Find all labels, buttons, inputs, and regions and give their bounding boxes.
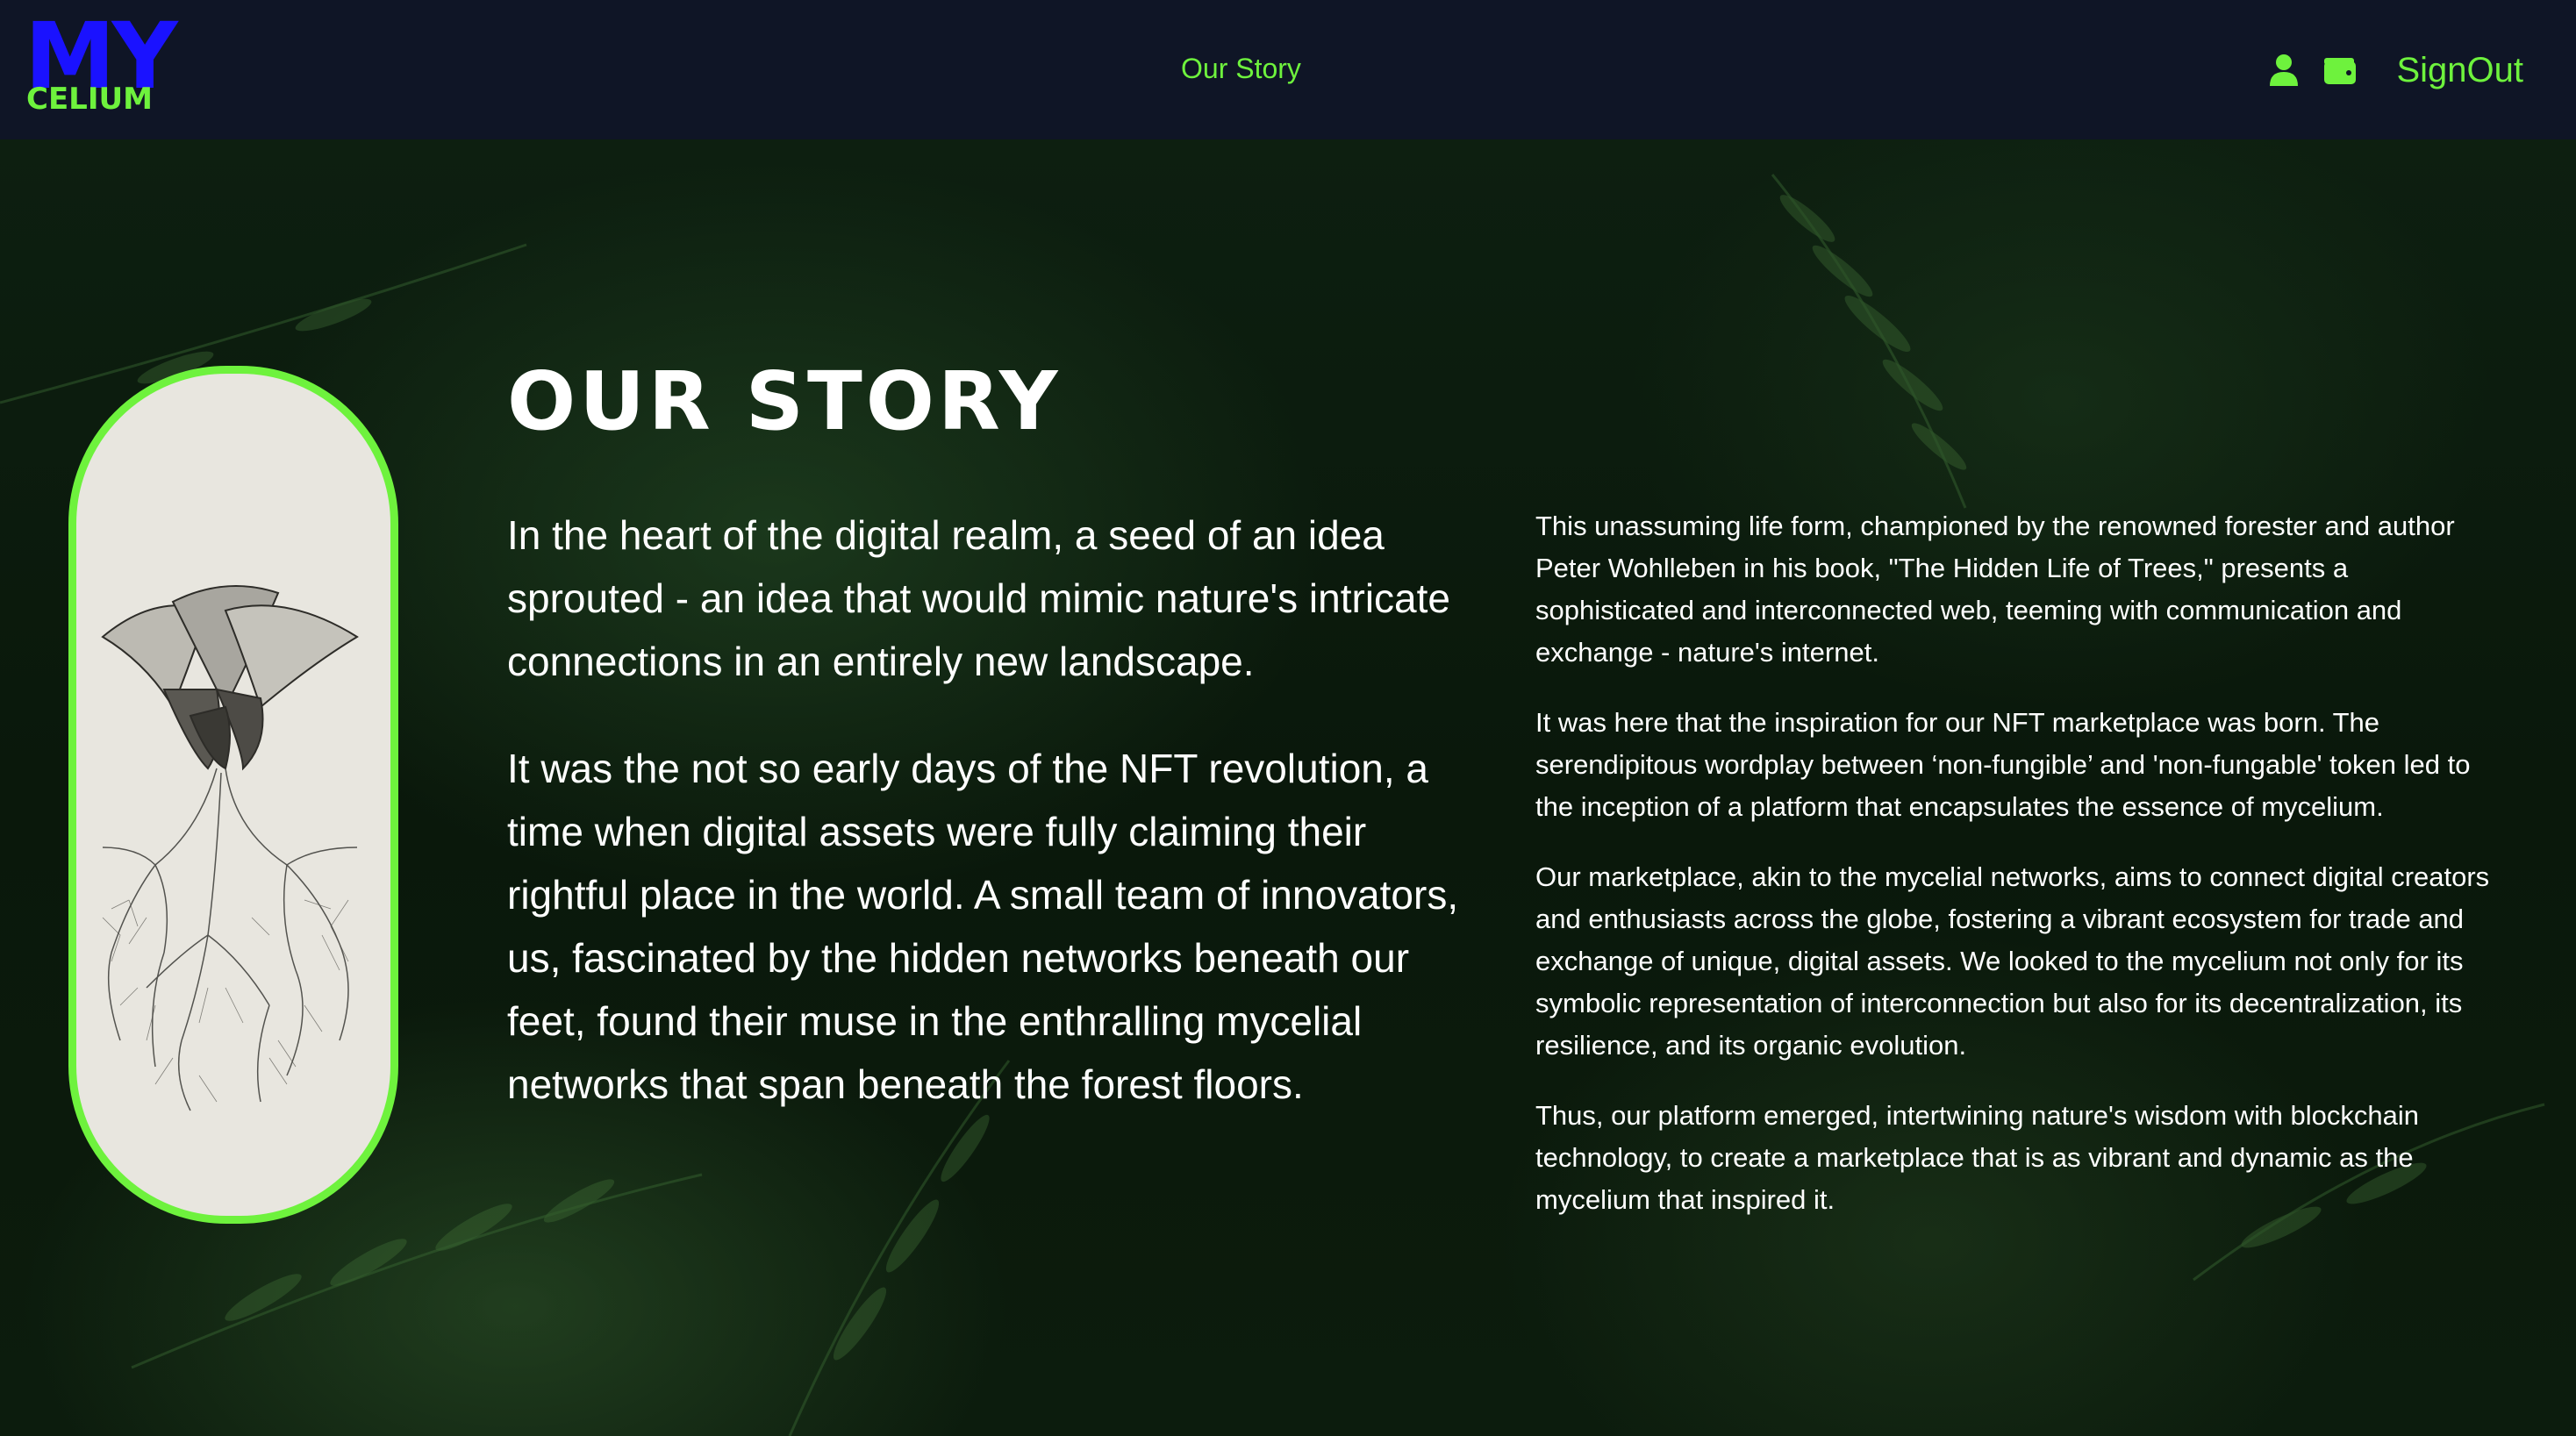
signout-button[interactable]: SignOut — [2396, 51, 2523, 90]
story-paragraph: It was the not so early days of the NFT … — [507, 746, 1459, 1107]
story-intro-column: In the heart of the digital realm, a see… — [507, 504, 1481, 1160]
header-actions: SignOut — [2266, 46, 2523, 95]
brand-logo[interactable]: MY CELIUM — [25, 11, 178, 121]
detail-paragraph: This unassuming life form, championed by… — [1535, 511, 2455, 668]
mycelium-illustration — [101, 585, 359, 1111]
page-title: OUR STORY — [507, 354, 1062, 448]
story-detail-column: This unassuming life form, championed by… — [1535, 505, 2509, 1249]
detail-paragraph: Thus, our platform emerged, intertwining… — [1535, 1100, 2419, 1215]
logo-bottom-text: CELIUM — [26, 82, 153, 117]
wallet-icon[interactable] — [2322, 53, 2358, 88]
page: MY CELIUM Our Story SignOut OUR STORY In… — [0, 0, 2576, 1436]
user-icon[interactable] — [2266, 53, 2301, 88]
nav-our-story-link[interactable]: Our Story — [1181, 53, 1301, 85]
detail-paragraph: It was here that the inspiration for our… — [1535, 707, 2471, 822]
story-paragraph: In the heart of the digital realm, a see… — [507, 512, 1450, 684]
detail-paragraph: Our marketplace, akin to the mycelial ne… — [1535, 861, 2490, 1061]
top-navbar: MY CELIUM Our Story SignOut — [0, 0, 2576, 139]
mycelium-image-card — [68, 366, 398, 1224]
